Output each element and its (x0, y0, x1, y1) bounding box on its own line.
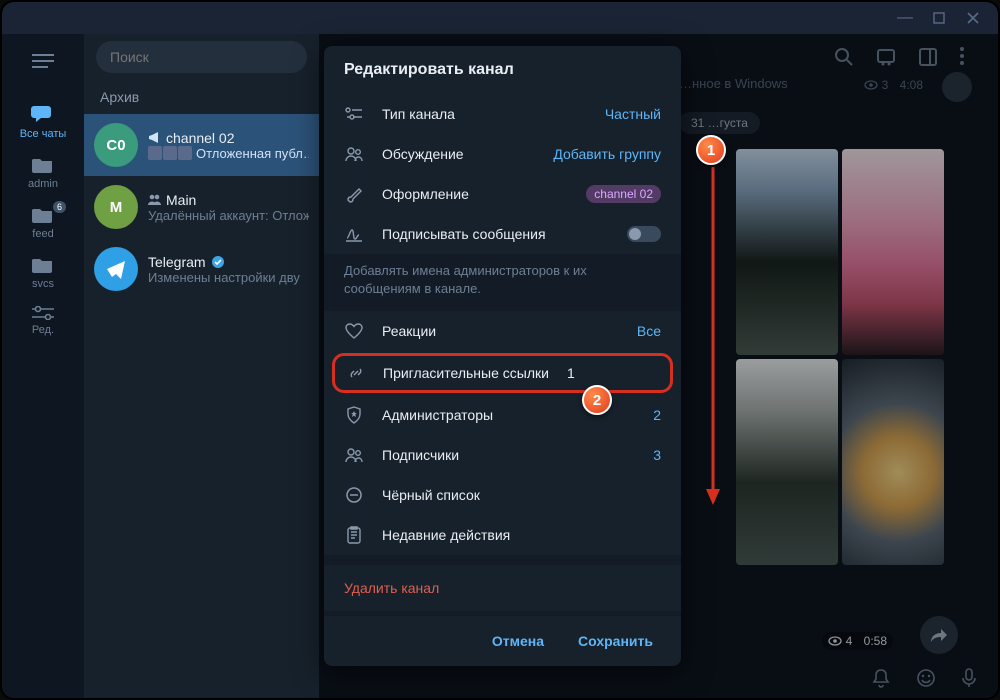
chat-title: channel 02 (166, 130, 235, 146)
members-icon (345, 447, 363, 463)
search-bar (84, 34, 319, 80)
group-icon (148, 193, 161, 206)
main-menu-button[interactable] (32, 44, 54, 78)
rail-label: Все чаты (20, 128, 67, 140)
minimize-icon: — (897, 9, 913, 27)
window-close-button[interactable] (956, 6, 990, 30)
chat-item-main[interactable]: M Main Удалённый аккаунт: Отлож (84, 176, 319, 238)
chat-subtitle: Удалённый аккаунт: Отлож (148, 208, 309, 223)
heart-icon (345, 323, 363, 339)
archive-label: Архив (100, 89, 139, 105)
type-icon (345, 107, 363, 121)
maximize-icon (933, 12, 945, 24)
ban-icon (345, 486, 363, 504)
row-subscribers[interactable]: Подписчики 3 (324, 435, 681, 475)
row-channel-type[interactable]: Тип канала Частный (324, 94, 681, 134)
row-value: 2 (653, 407, 661, 423)
brush-icon (345, 185, 363, 203)
window-minimize-button[interactable]: — (888, 6, 922, 30)
folder-icon (32, 156, 54, 174)
chat-title: Telegram (148, 254, 206, 270)
modal-title: Редактировать канал (324, 46, 681, 94)
close-icon (967, 12, 979, 24)
row-recent-actions[interactable]: Недавние действия (324, 515, 681, 555)
avatar: C0 (94, 123, 138, 167)
cancel-button[interactable]: Отмена (480, 625, 556, 657)
rail-label: admin (28, 178, 58, 190)
row-admins[interactable]: Администраторы 2 (324, 395, 681, 435)
row-label: Подписывать сообщения (382, 226, 609, 242)
row-label: Оформление (382, 186, 568, 202)
window-titlebar: — (2, 2, 998, 34)
row-value: Частный (605, 106, 661, 122)
folder-icon (32, 206, 54, 224)
signature-icon (345, 226, 363, 242)
chat-list-column: Архив C0 channel 02 Отложенная публ… M M… (84, 34, 319, 698)
edit-channel-modal: Редактировать канал Тип канала Частный О… (324, 46, 681, 666)
unread-badge: 6 (53, 201, 66, 213)
row-label: Пригласительные ссылки (383, 365, 549, 381)
delete-channel-button[interactable]: Удалить канал (324, 565, 681, 611)
annotation-arrow (704, 167, 722, 507)
megaphone-icon (148, 131, 161, 144)
rail-all-chats[interactable]: Все чаты (2, 96, 84, 148)
row-value: Добавить группу (553, 146, 661, 162)
row-label: Чёрный список (382, 487, 661, 503)
rail-label: svcs (32, 278, 54, 290)
row-appearance[interactable]: Оформление channel 02 (324, 174, 681, 214)
annotation-marker-2: 2 (582, 385, 612, 415)
sliders-icon (32, 306, 54, 320)
row-value: 3 (653, 447, 661, 463)
row-label: Реакции (382, 323, 619, 339)
menu-icon (32, 54, 54, 68)
row-discussion[interactable]: Обсуждение Добавить группу (324, 134, 681, 174)
modal-footer: Отмена Сохранить (324, 616, 681, 666)
rail-admin[interactable]: admin (2, 148, 84, 198)
chats-icon (31, 104, 55, 124)
window-maximize-button[interactable] (922, 6, 956, 30)
verified-icon (211, 255, 225, 269)
row-value: Все (637, 323, 661, 339)
row-label: Обсуждение (382, 146, 535, 162)
save-button[interactable]: Сохранить (566, 625, 665, 657)
chat-item-telegram[interactable]: Telegram Изменены настройки дву (84, 238, 319, 300)
sign-toggle[interactable] (627, 226, 661, 242)
appearance-chip: channel 02 (586, 185, 661, 203)
row-label: Недавние действия (382, 527, 661, 543)
chat-subtitle: Отложенная публ… (196, 146, 309, 161)
sign-hint: Добавлять имена администраторов к их соо… (324, 254, 681, 311)
chat-title: Main (166, 192, 196, 208)
folder-rail: Все чаты admin 6 feed svcs Ред. (2, 34, 84, 698)
rail-svcs[interactable]: svcs (2, 248, 84, 298)
link-icon (347, 364, 365, 382)
row-sign-messages[interactable]: Подписывать сообщения (324, 214, 681, 254)
annotation-marker-1: 1 (696, 135, 726, 165)
search-input[interactable] (96, 41, 307, 73)
row-blacklist[interactable]: Чёрный список (324, 475, 681, 515)
archive-row[interactable]: Архив (84, 80, 319, 114)
row-label: Подписчики (382, 447, 635, 463)
avatar (94, 247, 138, 291)
group-icon (345, 146, 363, 162)
media-thumbs (148, 146, 192, 160)
rail-label: Ред. (32, 324, 54, 336)
avatar: M (94, 185, 138, 229)
chat-subtitle: Изменены настройки дву (148, 270, 300, 285)
rail-edit[interactable]: Ред. (2, 298, 84, 344)
row-invite-links[interactable]: Пригласительные ссылки 1 (332, 353, 673, 393)
rail-feed[interactable]: 6 feed (2, 198, 84, 248)
folder-icon (32, 256, 54, 274)
row-value: 1 (567, 365, 575, 381)
row-reactions[interactable]: Реакции Все (324, 311, 681, 351)
log-icon (346, 526, 362, 544)
row-label: Тип канала (382, 106, 587, 122)
rail-label: feed (32, 228, 53, 240)
chat-item-channel02[interactable]: C0 channel 02 Отложенная публ… (84, 114, 319, 176)
telegram-icon (104, 257, 128, 281)
admin-icon (346, 406, 362, 424)
